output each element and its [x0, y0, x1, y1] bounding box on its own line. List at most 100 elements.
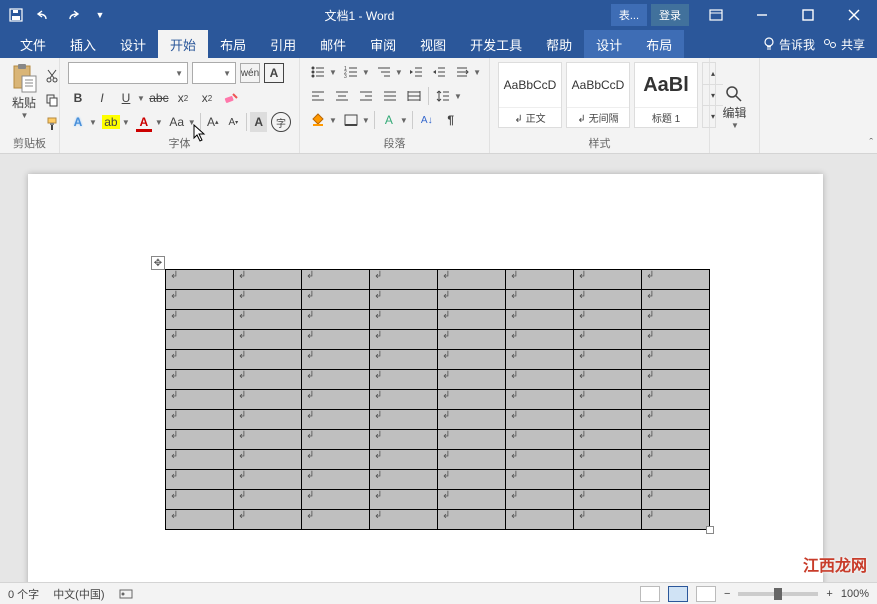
- table-cell[interactable]: ↲: [506, 450, 574, 470]
- font-size-combo[interactable]: ▼: [192, 62, 236, 84]
- table-cell[interactable]: ↲: [642, 430, 710, 450]
- table-cell[interactable]: ↲: [234, 350, 302, 370]
- bullets-button[interactable]: ▼: [308, 62, 337, 82]
- table-cell[interactable]: ↲: [166, 330, 234, 350]
- style-nospacing[interactable]: AaBbCcD ↲ 无间隔: [566, 62, 630, 128]
- word-count[interactable]: 0 个字: [8, 586, 39, 602]
- page[interactable]: ✥ ↲↲↲↲↲↲↲↲↲↲↲↲↲↲↲↲↲↲↲↲↲↲↲↲↲↲↲↲↲↲↲↲↲↲↲↲↲↲…: [28, 174, 823, 582]
- table-cell[interactable]: ↲: [166, 430, 234, 450]
- tab-table-design[interactable]: 设计: [584, 30, 634, 58]
- table-cell[interactable]: ↲: [642, 350, 710, 370]
- table-cell[interactable]: ↲: [574, 270, 642, 290]
- paste-button[interactable]: 粘贴 ▼: [8, 62, 40, 120]
- save-icon[interactable]: [8, 7, 24, 23]
- table-cell[interactable]: ↲: [166, 450, 234, 470]
- table-cell[interactable]: ↲: [574, 490, 642, 510]
- table-cell[interactable]: ↲: [370, 430, 438, 450]
- table-row[interactable]: ↲↲↲↲↲↲↲↲: [166, 390, 710, 410]
- line-spacing-button[interactable]: ▼: [433, 86, 462, 106]
- table-row[interactable]: ↲↲↲↲↲↲↲↲: [166, 470, 710, 490]
- table-cell[interactable]: ↲: [302, 450, 370, 470]
- phonetic-guide-icon[interactable]: wén: [240, 63, 260, 83]
- table-cell[interactable]: ↲: [642, 490, 710, 510]
- highlight-button[interactable]: ab▼: [101, 112, 130, 132]
- table-cell[interactable]: ↲: [234, 330, 302, 350]
- table-cell[interactable]: ↲: [234, 370, 302, 390]
- table-cell[interactable]: ↲: [438, 370, 506, 390]
- shrink-font-button[interactable]: A▾: [225, 112, 242, 132]
- copy-icon[interactable]: [42, 90, 62, 110]
- tab-review[interactable]: 审阅: [358, 30, 408, 58]
- maximize-icon[interactable]: [785, 0, 831, 30]
- close-icon[interactable]: [831, 0, 877, 30]
- table-cell[interactable]: ↲: [234, 310, 302, 330]
- table-cell[interactable]: ↲: [574, 330, 642, 350]
- table-cell[interactable]: ↲: [370, 390, 438, 410]
- table-cell[interactable]: ↲: [438, 490, 506, 510]
- macro-record-icon[interactable]: [119, 588, 133, 600]
- table-cell[interactable]: ↲: [506, 490, 574, 510]
- share-button[interactable]: 共享: [823, 36, 865, 53]
- table-cell[interactable]: ↲: [506, 330, 574, 350]
- table-cell[interactable]: ↲: [234, 490, 302, 510]
- shading-button[interactable]: ▼: [308, 110, 337, 130]
- table-cell[interactable]: ↲: [302, 290, 370, 310]
- table-cell[interactable]: ↲: [302, 410, 370, 430]
- decrease-indent-icon[interactable]: [407, 62, 426, 82]
- collapse-ribbon-icon[interactable]: ˆ: [869, 137, 873, 149]
- zoom-level[interactable]: 100%: [841, 588, 869, 600]
- grow-font-button[interactable]: A▴: [205, 112, 222, 132]
- table-cell[interactable]: ↲: [642, 410, 710, 430]
- text-effects-button[interactable]: A▼: [68, 112, 97, 132]
- table-cell[interactable]: ↲: [234, 510, 302, 530]
- table-cell[interactable]: ↲: [642, 470, 710, 490]
- qat-customize-icon[interactable]: ▼: [92, 7, 108, 23]
- zoom-slider[interactable]: [738, 592, 818, 596]
- strikethrough-button[interactable]: abc: [149, 88, 169, 108]
- align-left-icon[interactable]: [308, 86, 328, 106]
- table-cell[interactable]: ↲: [302, 470, 370, 490]
- find-button[interactable]: 编辑 ▼: [722, 84, 746, 130]
- tab-table-layout[interactable]: 布局: [634, 30, 684, 58]
- table-cell[interactable]: ↲: [302, 270, 370, 290]
- minimize-icon[interactable]: [739, 0, 785, 30]
- table-row[interactable]: ↲↲↲↲↲↲↲↲: [166, 410, 710, 430]
- table-cell[interactable]: ↲: [642, 290, 710, 310]
- table-row[interactable]: ↲↲↲↲↲↲↲↲: [166, 490, 710, 510]
- table-cell[interactable]: ↲: [370, 470, 438, 490]
- table-cell[interactable]: ↲: [302, 350, 370, 370]
- style-heading1[interactable]: AaBl 标题 1: [634, 62, 698, 128]
- table-row[interactable]: ↲↲↲↲↲↲↲↲: [166, 450, 710, 470]
- table-cell[interactable]: ↲: [438, 510, 506, 530]
- table-cell[interactable]: ↲: [642, 330, 710, 350]
- align-right-icon[interactable]: [356, 86, 376, 106]
- zoom-out-icon[interactable]: −: [724, 588, 730, 600]
- change-case-button[interactable]: Aa▼: [167, 112, 196, 132]
- print-layout-icon[interactable]: [668, 586, 688, 602]
- table-cell[interactable]: ↲: [166, 310, 234, 330]
- table-cell[interactable]: ↲: [370, 270, 438, 290]
- table-cell[interactable]: ↲: [438, 350, 506, 370]
- undo-icon[interactable]: [36, 7, 52, 23]
- table-cell[interactable]: ↲: [574, 470, 642, 490]
- tab-file[interactable]: 文件: [8, 30, 58, 58]
- table-row[interactable]: ↲↲↲↲↲↲↲↲: [166, 510, 710, 530]
- table-cell[interactable]: ↲: [234, 430, 302, 450]
- table-cell[interactable]: ↲: [642, 510, 710, 530]
- table-cell[interactable]: ↲: [302, 490, 370, 510]
- tab-insert[interactable]: 插入: [58, 30, 108, 58]
- table-cell[interactable]: ↲: [370, 370, 438, 390]
- table-cell[interactable]: ↲: [574, 350, 642, 370]
- language-status[interactable]: 中文(中国): [53, 586, 104, 602]
- table-cell[interactable]: ↲: [302, 510, 370, 530]
- font-color-button[interactable]: A▼: [134, 112, 163, 132]
- subscript-button[interactable]: x2: [173, 88, 193, 108]
- table-cell[interactable]: ↲: [234, 290, 302, 310]
- show-marks-icon[interactable]: ¶: [441, 110, 461, 130]
- numbering-button[interactable]: 123▼: [341, 62, 370, 82]
- tab-layout[interactable]: 布局: [208, 30, 258, 58]
- table-cell[interactable]: ↲: [438, 450, 506, 470]
- table-cell[interactable]: ↲: [166, 290, 234, 310]
- table-tools-tab[interactable]: 表...: [611, 4, 647, 26]
- table-row[interactable]: ↲↲↲↲↲↲↲↲: [166, 370, 710, 390]
